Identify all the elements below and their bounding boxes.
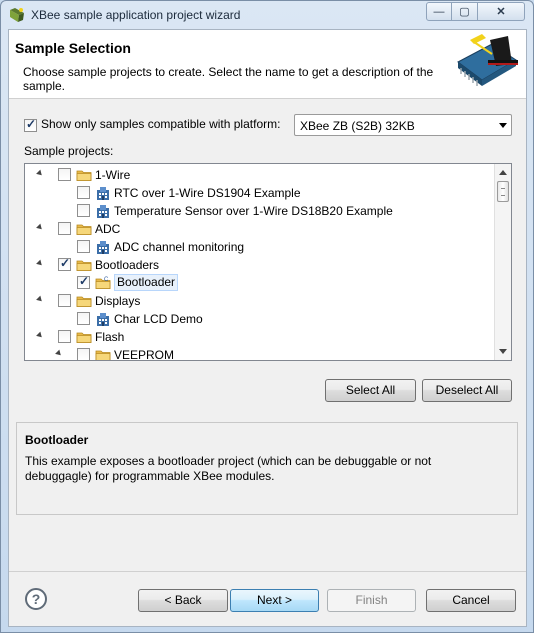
- tree-item-checkbox[interactable]: [58, 222, 71, 235]
- tree-item-label[interactable]: ADC: [95, 222, 120, 236]
- tree-item-checkbox[interactable]: [77, 274, 90, 289]
- tree-item-project[interactable]: RTC over 1-Wire DS1904 Example: [25, 184, 495, 202]
- source-folder-icon: C: [95, 275, 111, 291]
- tree-item-checkbox[interactable]: [77, 348, 90, 360]
- description-title: Bootloader: [25, 433, 89, 447]
- page-description: Choose sample projects to create. Select…: [23, 65, 434, 93]
- deselect-all-button[interactable]: Deselect All: [422, 379, 512, 402]
- tree-item-label[interactable]: RTC over 1-Wire DS1904 Example: [114, 186, 301, 200]
- tree-item-folder[interactable]: C Bootloader: [25, 274, 495, 292]
- scroll-thumb[interactable]: [497, 181, 509, 202]
- platform-filter-checkbox[interactable]: Show only samples compatible with platfo…: [24, 117, 280, 133]
- description-text: This example exposes a bootloader projec…: [25, 454, 432, 483]
- title-bar[interactable]: XBee sample application project wizard —…: [1, 1, 533, 29]
- tree-item-checkbox[interactable]: [77, 312, 90, 325]
- tree-item-label[interactable]: ADC channel monitoring: [114, 240, 244, 254]
- scroll-down-arrow-icon[interactable]: [499, 349, 507, 354]
- minimize-button[interactable]: —: [426, 2, 452, 21]
- page-title: Sample Selection: [15, 40, 131, 56]
- tree-item-checkbox[interactable]: [77, 240, 90, 253]
- expand-arrow-icon[interactable]: [36, 223, 44, 232]
- tree-item-label[interactable]: Temperature Sensor over 1-Wire DS18B20 E…: [114, 204, 393, 218]
- folder-icon: [95, 347, 111, 360]
- tree-item-checkbox[interactable]: [77, 204, 90, 217]
- folder-icon: [76, 329, 92, 345]
- tree-item-label[interactable]: 1-Wire: [95, 168, 130, 182]
- tree-item-project[interactable]: ADC channel monitoring: [25, 238, 495, 256]
- tree-item-label[interactable]: Bootloaders: [95, 258, 159, 272]
- tree-item-checkbox[interactable]: [58, 168, 71, 181]
- maximize-button[interactable]: ▢: [452, 2, 478, 21]
- tree-item-checkbox[interactable]: [58, 330, 71, 343]
- tree-item-checkbox[interactable]: [77, 186, 90, 199]
- close-button[interactable]: ✕: [478, 2, 525, 21]
- platform-select[interactable]: XBee ZB (S2B) 32KB: [294, 114, 512, 136]
- xbee-module-logo-icon: [457, 34, 518, 86]
- description-panel: Bootloader This example exposes a bootlo…: [16, 422, 518, 515]
- back-button[interactable]: < Back: [138, 589, 228, 612]
- tree-item-label[interactable]: Char LCD Demo: [114, 312, 203, 326]
- wizard-window: XBee sample application project wizard —…: [0, 0, 534, 633]
- window-title: XBee sample application project wizard: [31, 8, 241, 22]
- project-icon: [95, 185, 111, 201]
- folder-icon: [76, 293, 92, 309]
- tree-item-project[interactable]: Temperature Sensor over 1-Wire DS18B20 E…: [25, 202, 495, 220]
- folder-icon: [76, 167, 92, 183]
- tree-item-folder[interactable]: Flash: [25, 328, 495, 346]
- project-icon: [95, 239, 111, 255]
- project-icon: [95, 203, 111, 219]
- wizard-icon: [10, 8, 24, 22]
- expand-arrow-icon[interactable]: [36, 295, 44, 304]
- tree-item-checkbox[interactable]: [58, 294, 71, 307]
- sample-projects-tree[interactable]: 1-Wire RTC over 1-Wire DS1904 Example Temp…: [24, 163, 512, 361]
- tree-item-folder[interactable]: 1-Wire: [25, 166, 495, 184]
- tree-item-checkbox[interactable]: [58, 256, 71, 271]
- compat-label: Show only samples compatible with platfo…: [41, 117, 281, 131]
- expand-arrow-icon[interactable]: [36, 331, 44, 340]
- tree-item-label[interactable]: VEEPROM: [114, 348, 174, 360]
- button-bar-separator: [9, 571, 526, 572]
- tree-item-folder[interactable]: Displays: [25, 292, 495, 310]
- project-icon: [95, 311, 111, 327]
- platform-value: XBee ZB (S2B) 32KB: [300, 119, 415, 133]
- wizard-header: Sample Selection Choose sample projects …: [9, 30, 526, 99]
- folder-icon: [76, 257, 92, 273]
- tree-item-label[interactable]: Displays: [95, 294, 140, 308]
- help-icon[interactable]: ?: [25, 588, 47, 610]
- tree-scrollbar[interactable]: [494, 164, 511, 360]
- expand-arrow-icon[interactable]: [36, 259, 44, 268]
- chevron-down-icon: [499, 123, 507, 128]
- sample-projects-label: Sample projects:: [24, 144, 114, 158]
- tree-item-folder[interactable]: VEEPROM: [25, 346, 495, 360]
- wizard-body: Sample Selection Choose sample projects …: [8, 29, 527, 627]
- scroll-up-arrow-icon[interactable]: [499, 170, 507, 175]
- select-all-button[interactable]: Select All: [325, 379, 416, 402]
- expand-arrow-icon[interactable]: [55, 349, 63, 358]
- compat-checkbox[interactable]: [24, 117, 37, 133]
- tree-item-label[interactable]: Flash: [95, 330, 124, 344]
- expand-arrow-icon[interactable]: [36, 169, 44, 178]
- tree-item-project[interactable]: Char LCD Demo: [25, 310, 495, 328]
- tree-item-folder[interactable]: ADC: [25, 220, 495, 238]
- folder-icon: [76, 221, 92, 237]
- tree-item-folder[interactable]: Bootloaders: [25, 256, 495, 274]
- svg-text:C: C: [104, 277, 109, 283]
- next-button[interactable]: Next >: [230, 589, 319, 612]
- finish-button: Finish: [327, 589, 416, 612]
- cancel-button[interactable]: Cancel: [426, 589, 516, 612]
- tree-item-label[interactable]: Bootloader: [114, 274, 179, 291]
